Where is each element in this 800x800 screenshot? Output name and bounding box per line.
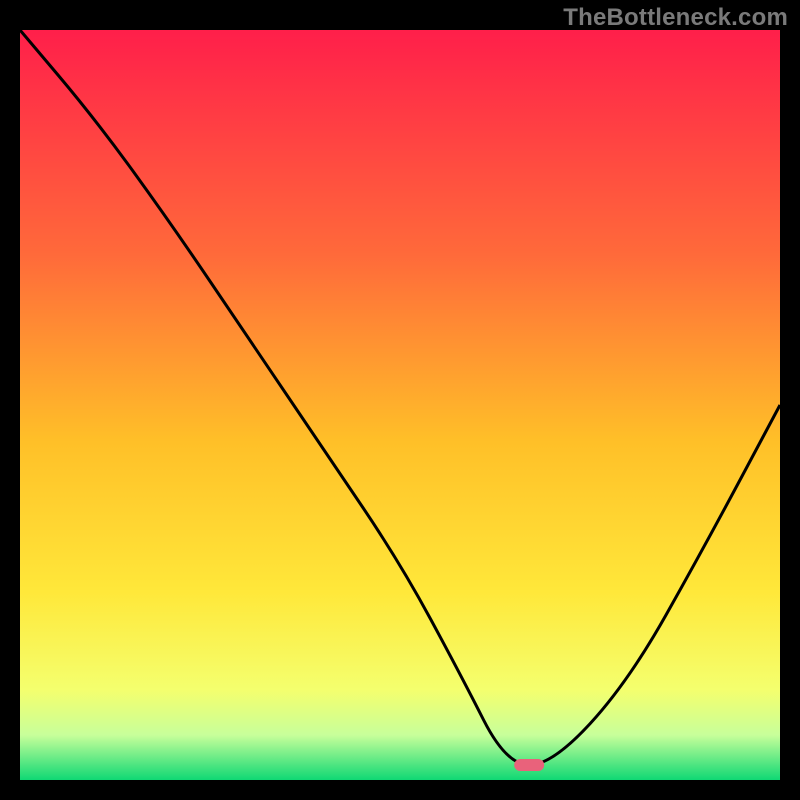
plot-svg (20, 30, 780, 780)
plot-area (20, 30, 780, 780)
watermark-text: TheBottleneck.com (563, 4, 788, 32)
optimal-marker (514, 759, 544, 771)
gradient-backdrop (20, 30, 780, 780)
chart-frame: TheBottleneck.com (0, 0, 800, 800)
